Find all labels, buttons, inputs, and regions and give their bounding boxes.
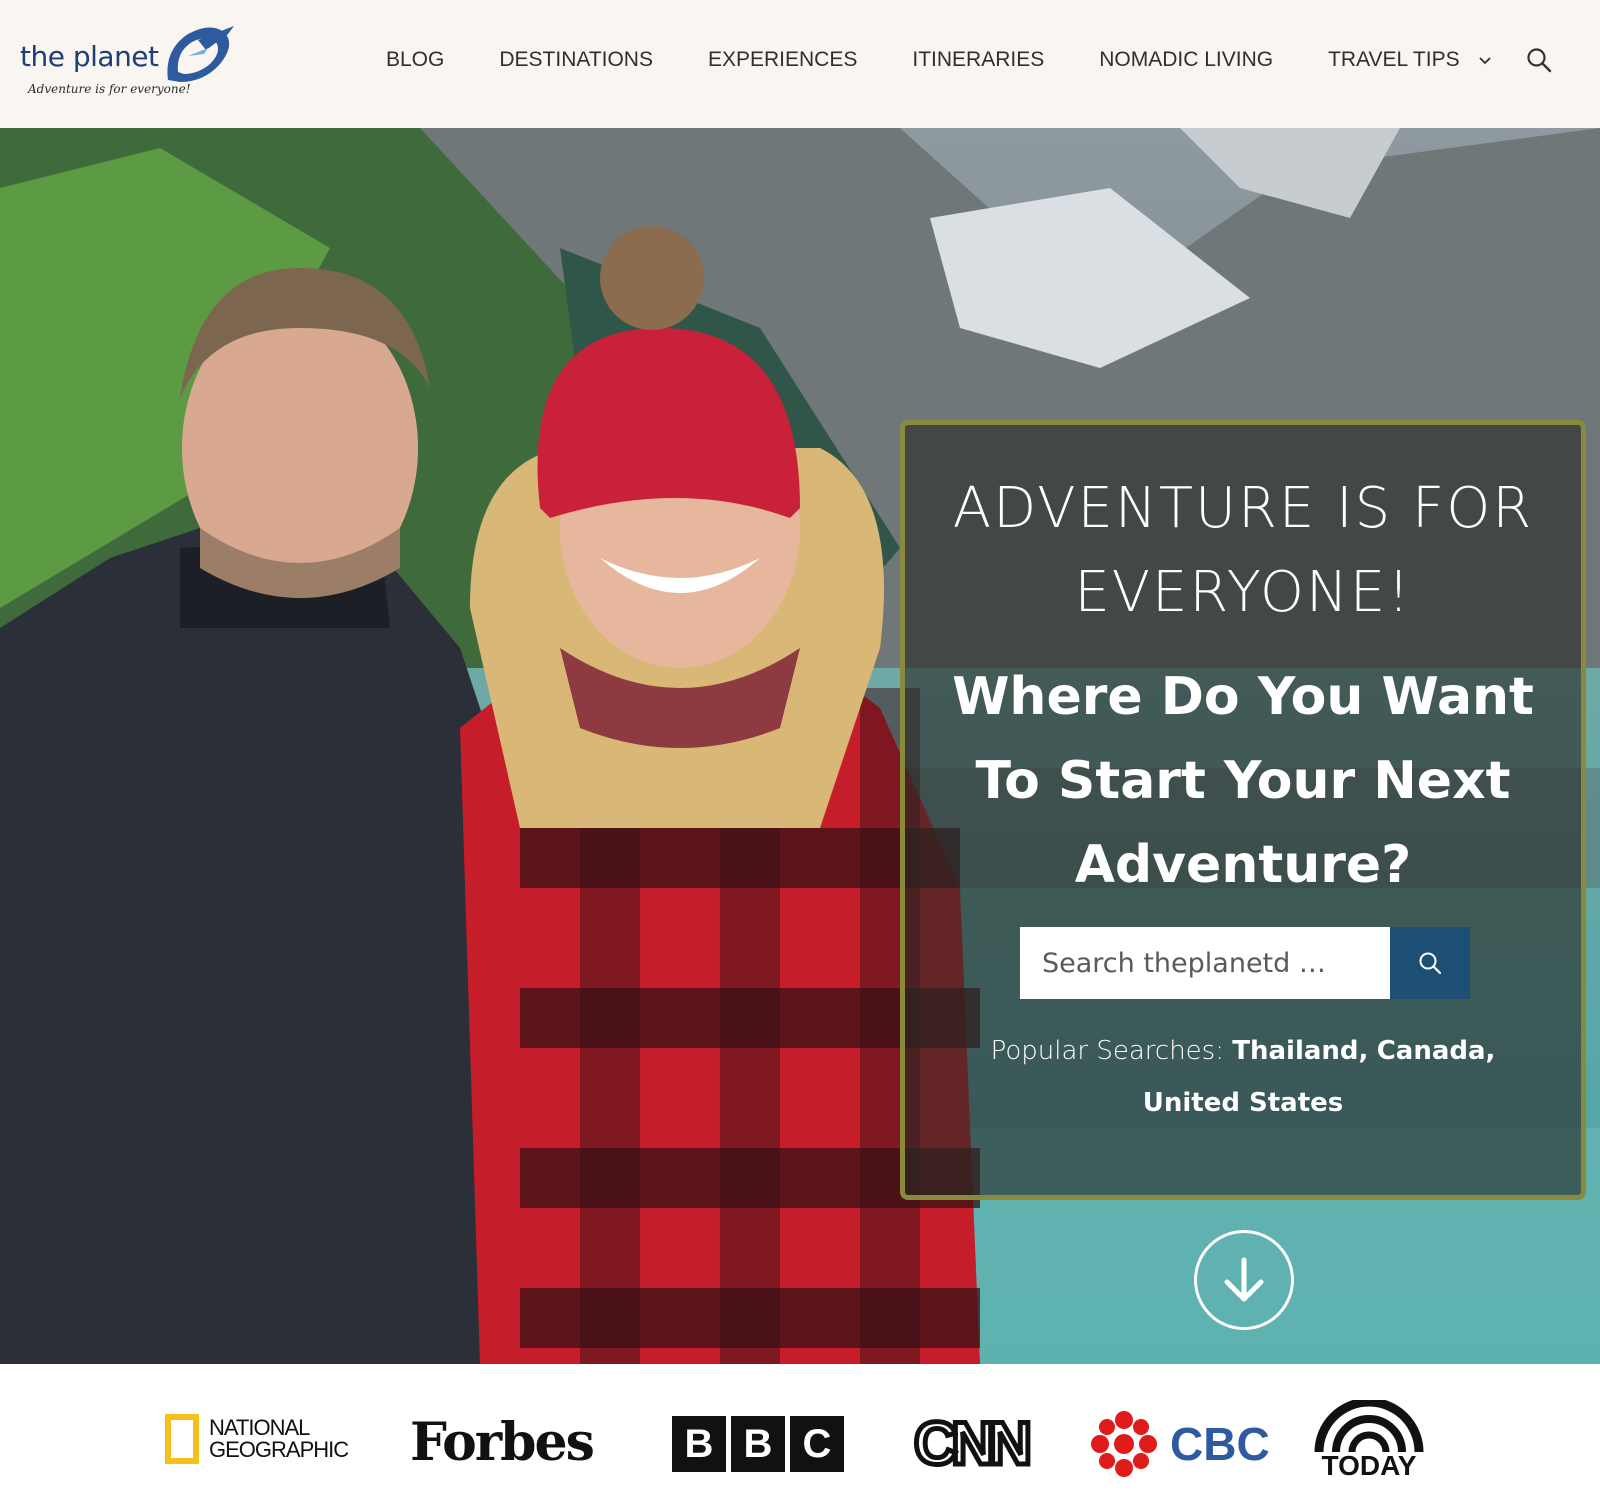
logo-plane-icon bbox=[167, 26, 234, 82]
nav-item-destinations[interactable]: DESTINATIONS bbox=[499, 48, 653, 72]
today-sunrise-icon bbox=[1314, 1400, 1424, 1452]
hero-section: ADVENTURE IS FOR EVERYONE! Where Do You … bbox=[0, 128, 1600, 1364]
site-header: the planet Adventure is for everyone! BL… bbox=[0, 0, 1600, 128]
nav-item-experiences[interactable]: EXPERIENCES bbox=[708, 48, 857, 72]
forbes-text: Forbes bbox=[410, 1412, 595, 1473]
popular-link-canada[interactable]: Canada, bbox=[1377, 1036, 1496, 1066]
nav-item-blog[interactable]: BLOG bbox=[386, 48, 444, 72]
search-input[interactable] bbox=[1020, 927, 1390, 999]
cbc-text: CBC bbox=[1170, 1418, 1270, 1470]
today-text: TODAY bbox=[1321, 1450, 1417, 1481]
cnn-text: CNN bbox=[912, 1410, 1035, 1477]
search-submit-button[interactable] bbox=[1390, 927, 1470, 999]
main-nav: BLOG DESTINATIONS EXPERIENCES ITINERARIE… bbox=[386, 44, 1547, 76]
search-icon bbox=[1419, 952, 1442, 975]
site-logo[interactable]: the planet Adventure is for everyone! bbox=[18, 18, 238, 108]
hero-search-panel: ADVENTURE IS FOR EVERYONE! Where Do You … bbox=[900, 420, 1586, 1200]
cbc-logo: CBC bbox=[1088, 1408, 1270, 1480]
bbc-letter: B bbox=[672, 1416, 726, 1472]
natgeo-line2: GEOGRAPHIC bbox=[209, 1437, 349, 1462]
nav-label: BLOG bbox=[386, 48, 445, 71]
search-form bbox=[1020, 927, 1470, 999]
nav-item-travel-tips[interactable]: TRAVEL TIPS bbox=[1328, 48, 1492, 72]
bbc-logo: B B C bbox=[672, 1416, 844, 1472]
bbc-letter: C bbox=[790, 1416, 844, 1472]
arrow-down-circle-icon bbox=[1224, 1257, 1264, 1302]
logo-wordmark: the planet bbox=[20, 40, 159, 73]
hero-title: ADVENTURE IS FOR EVERYONE! bbox=[952, 476, 1534, 625]
popular-link-united-states[interactable]: United States bbox=[1143, 1088, 1344, 1118]
press-logos: NATIONAL GEOGRAPHIC Forbes B B C CNN CBC bbox=[0, 1364, 1600, 1504]
nav-label: ITINERARIES bbox=[912, 48, 1045, 71]
forbes-logo: Forbes bbox=[410, 1412, 595, 1473]
cbc-gem-icon bbox=[1091, 1411, 1157, 1477]
search-icon[interactable] bbox=[1525, 46, 1553, 74]
cnn-logo: CNN bbox=[912, 1410, 1035, 1477]
today-logo: TODAY bbox=[1314, 1400, 1424, 1480]
chevron-down-icon bbox=[1478, 57, 1491, 65]
popular-searches-label: Popular Searches: bbox=[990, 1036, 1224, 1066]
scroll-down-button[interactable] bbox=[1194, 1230, 1294, 1330]
bbc-letter: B bbox=[731, 1416, 785, 1472]
nav-label: TRAVEL TIPS bbox=[1328, 48, 1460, 71]
hero-subtitle: Where Do You Want To Start Your Next Adv… bbox=[952, 667, 1534, 895]
nav-label: NOMADIC LIVING bbox=[1099, 48, 1274, 71]
nav-label: DESTINATIONS bbox=[499, 48, 653, 71]
logo-tagline: Adventure is for everyone! bbox=[28, 82, 191, 96]
nav-label: EXPERIENCES bbox=[707, 48, 858, 71]
nav-item-nomadic-living[interactable]: NOMADIC LIVING bbox=[1099, 48, 1273, 72]
natgeo-line1: NATIONAL bbox=[209, 1415, 310, 1440]
popular-searches: Popular Searches: Thailand, Canada, Unit… bbox=[945, 1025, 1541, 1129]
national-geographic-logo: NATIONAL GEOGRAPHIC bbox=[165, 1414, 349, 1464]
nav-item-itineraries[interactable]: ITINERARIES bbox=[912, 48, 1044, 72]
natgeo-frame-icon bbox=[165, 1414, 199, 1464]
popular-link-thailand[interactable]: Thailand, bbox=[1232, 1036, 1368, 1066]
